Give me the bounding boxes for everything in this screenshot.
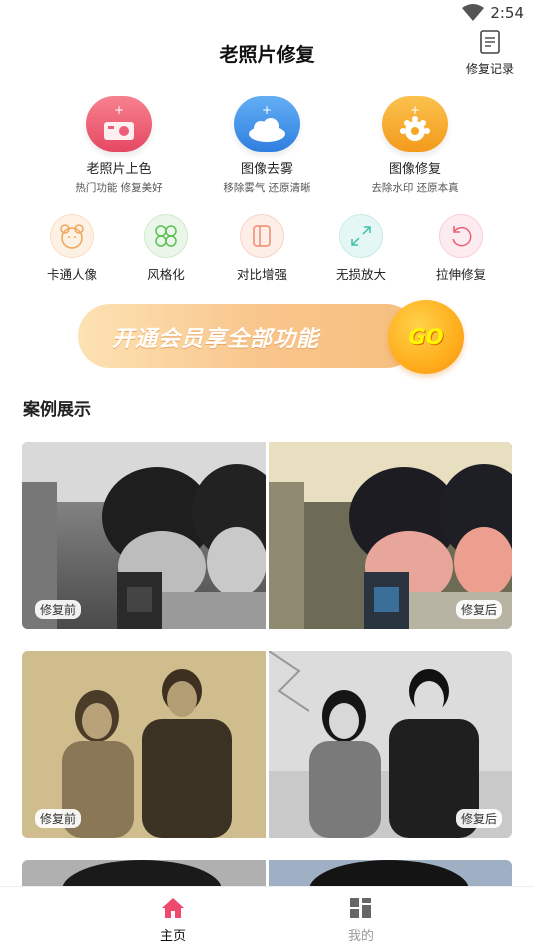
- expand-icon: [339, 214, 383, 258]
- feature-repair[interactable]: + 图像修复 去除水印 还原本真: [345, 96, 485, 195]
- tool-cartoon[interactable]: 卡通人像: [27, 214, 117, 283]
- nav-mine[interactable]: 我的: [311, 897, 411, 944]
- go-button[interactable]: GO: [388, 300, 464, 374]
- before-tag: 修复前: [35, 600, 82, 619]
- history-label: 修复记录: [465, 62, 514, 76]
- feature-repair-desc: 去除水印 还原本真: [371, 182, 459, 194]
- feature-colorize-desc: 热门功能 修复美好: [75, 182, 163, 194]
- gear-icon: +: [382, 96, 448, 152]
- tool-upscale-name: 无损放大: [335, 267, 386, 282]
- refresh-icon: [439, 214, 483, 258]
- after-tag: 修复后: [455, 600, 502, 619]
- after-tag: 修复后: [455, 809, 502, 828]
- tool-style-name: 风格化: [147, 267, 185, 282]
- tool-cartoon-name: 卡通人像: [46, 267, 97, 282]
- tool-upscale[interactable]: 无损放大: [316, 214, 406, 283]
- after-image: 修复后: [269, 442, 512, 629]
- status-right: 2:54: [462, 4, 524, 22]
- bear-face-icon: [50, 214, 94, 258]
- bottom-nav: 主页 我的: [0, 886, 534, 949]
- status-bar: 2:54: [0, 0, 534, 28]
- feature-colorize[interactable]: + 老照片上色 热门功能 修复美好: [49, 96, 189, 195]
- feature-colorize-name: 老照片上色: [86, 162, 152, 177]
- page-title: 老照片修复: [219, 44, 315, 66]
- case-item[interactable]: 修复前 修复后: [22, 442, 512, 629]
- tool-row: 卡通人像 风格化 对比增强 无损放大 拉伸修复: [0, 214, 534, 284]
- before-image: 修复前: [22, 442, 266, 629]
- feature-row: + 老照片上色 热门功能 修复美好 + 图像去雾 移除雾气 还原清晰 + 图像修…: [0, 96, 534, 196]
- status-time: 2:54: [490, 4, 524, 22]
- before-tag: 修复前: [35, 809, 82, 828]
- feature-dehaze-desc: 移除雾气 还原清晰: [223, 182, 311, 194]
- circles-icon: [144, 214, 188, 258]
- vip-banner[interactable]: 开通会员享全部功能 GO: [78, 300, 464, 374]
- case-item[interactable]: 修复前 修复后: [22, 651, 512, 838]
- after-image: 修复后: [269, 651, 512, 838]
- wifi-icon: [462, 4, 485, 21]
- grid-icon: [350, 898, 371, 918]
- svg-text:+: +: [262, 103, 272, 117]
- go-label: GO: [408, 325, 444, 349]
- cloud-icon: +: [234, 96, 300, 152]
- section-title: 案例展示: [23, 400, 91, 420]
- tool-stretch[interactable]: 拉伸修复: [416, 214, 506, 283]
- contrast-icon: [240, 214, 284, 258]
- feature-dehaze-name: 图像去雾: [240, 162, 293, 177]
- header: 老照片修复 修复记录: [0, 30, 534, 80]
- nav-home-label: 主页: [159, 929, 186, 944]
- tool-stretch-name: 拉伸修复: [435, 267, 486, 282]
- history-button[interactable]: 修复记录: [460, 30, 520, 77]
- feature-repair-name: 图像修复: [388, 162, 441, 177]
- feature-dehaze[interactable]: + 图像去雾 移除雾气 还原清晰: [197, 96, 337, 195]
- nav-mine-label: 我的: [347, 929, 374, 944]
- document-icon: [480, 30, 500, 54]
- home-icon: [162, 898, 184, 918]
- tool-contrast[interactable]: 对比增强: [217, 214, 307, 283]
- vip-text: 开通会员享全部功能: [112, 327, 320, 352]
- tool-style[interactable]: 风格化: [121, 214, 211, 283]
- photo-color-icon: +: [86, 96, 152, 152]
- before-image: 修复前: [22, 651, 266, 838]
- svg-text:+: +: [114, 103, 124, 117]
- tool-contrast-name: 对比增强: [236, 267, 287, 282]
- svg-text:+: +: [410, 103, 420, 117]
- nav-home[interactable]: 主页: [123, 897, 223, 944]
